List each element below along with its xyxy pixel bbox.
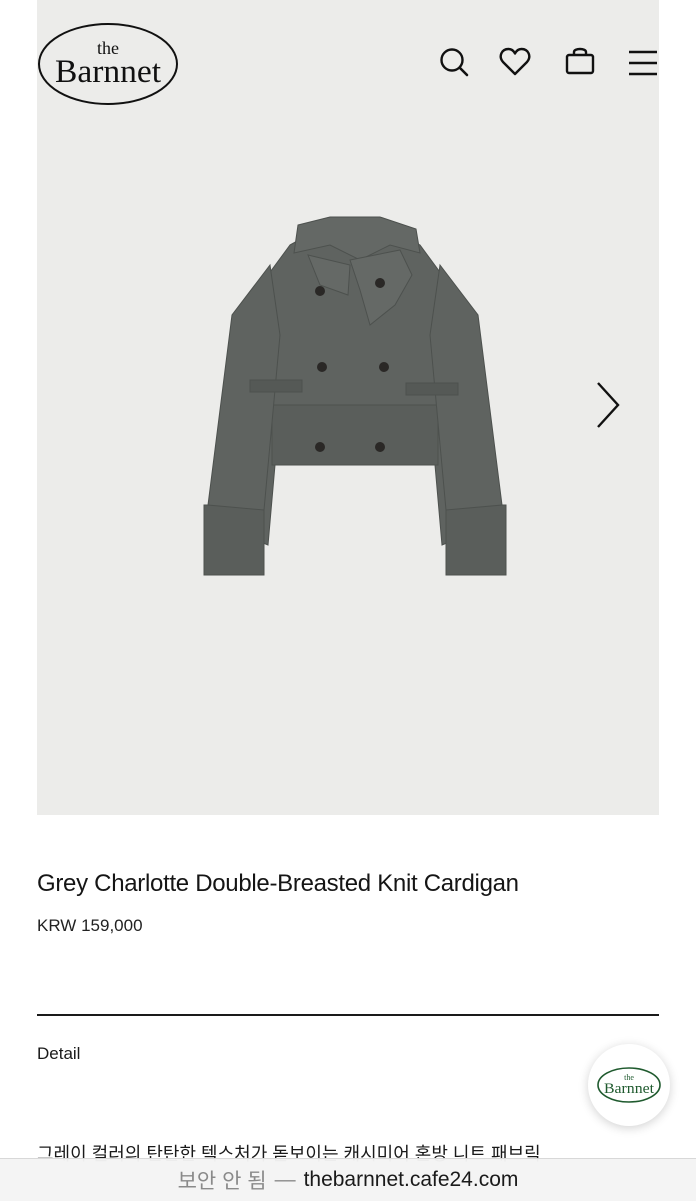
search-icon[interactable] [436, 44, 472, 80]
floating-brand-button[interactable]: the Barnnet [588, 1044, 670, 1126]
bag-icon[interactable] [562, 44, 598, 80]
brand-logo[interactable]: the Barnnet [37, 22, 179, 106]
detail-tab[interactable]: Detail [37, 1044, 80, 1064]
badge-name-text: Barnnet [604, 1081, 655, 1097]
product-photo [180, 205, 530, 590]
logo-name-text: Barnnet [55, 54, 161, 90]
heart-icon[interactable] [497, 44, 533, 80]
browser-address-bar[interactable]: 보안 안 됨 — thebarnnet.cafe24.com [0, 1158, 696, 1201]
section-divider [37, 1014, 659, 1016]
insecure-label: 보안 안 됨 [177, 1170, 267, 1193]
product-title: Grey Charlotte Double-Breasted Knit Card… [37, 870, 519, 897]
chevron-right-icon[interactable] [586, 378, 630, 432]
menu-icon[interactable] [624, 44, 660, 80]
product-price: KRW 159,000 [37, 916, 143, 935]
url-domain: thebarnnet.cafe24.com [303, 1168, 519, 1191]
url-separator: — [274, 1168, 296, 1191]
